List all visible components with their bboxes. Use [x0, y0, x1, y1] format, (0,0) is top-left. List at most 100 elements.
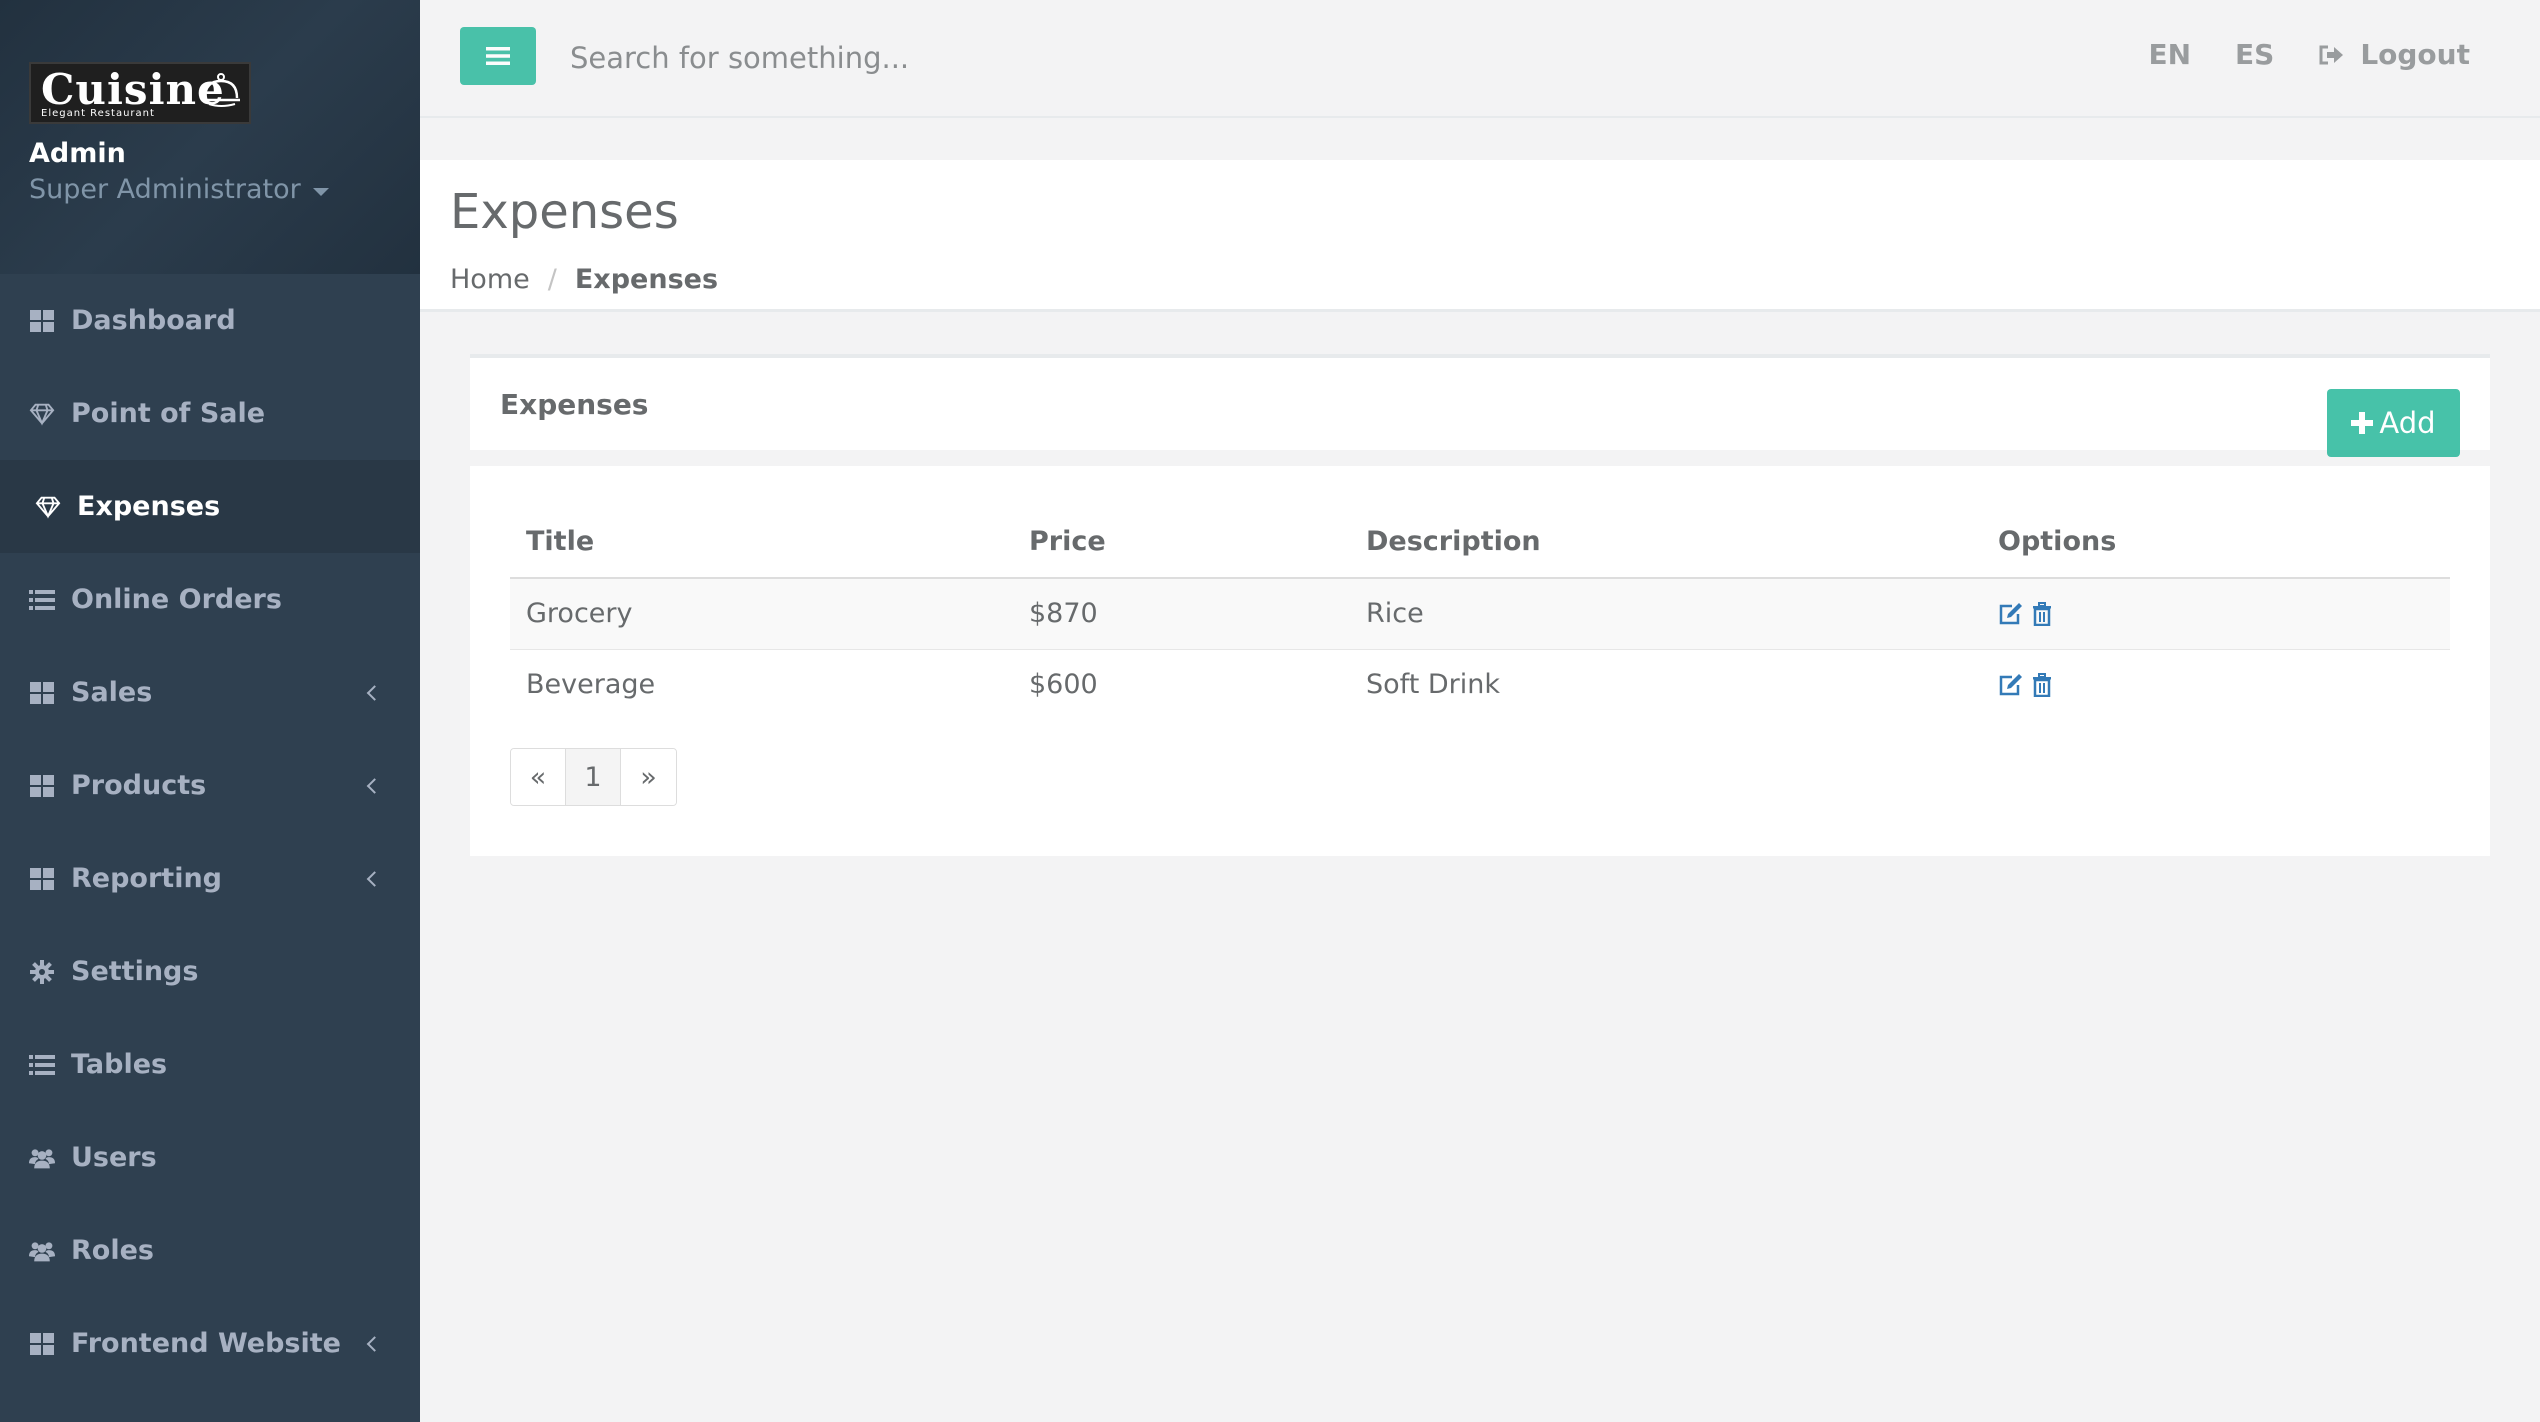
- cell-options: [1982, 649, 2450, 720]
- sidebar-item-label: Products: [71, 770, 207, 801]
- row-actions: [1998, 672, 2450, 697]
- caret-down-icon: [312, 188, 329, 196]
- th-large-icon: [29, 308, 55, 334]
- cell-description: Rice: [1350, 578, 1982, 650]
- edit-icon[interactable]: [1998, 602, 2024, 626]
- logout-link[interactable]: Logout: [2318, 38, 2470, 71]
- list-icon: [29, 587, 55, 613]
- panel-content: Title Price Description Options Grocery …: [470, 466, 2490, 856]
- table-row: Grocery $870 Rice: [510, 578, 2450, 650]
- th-large-icon: [29, 866, 55, 892]
- diamond-icon: [29, 401, 55, 427]
- sidebar-item-label: Frontend Website: [71, 1328, 341, 1359]
- sidebar-item-label: Reporting: [71, 863, 223, 894]
- sidebar-item-reporting[interactable]: Reporting: [0, 832, 420, 925]
- top-links: EN ES Logout: [2148, 38, 2470, 71]
- menu-toggle-button[interactable]: [460, 27, 536, 85]
- sidebar-item-label: Sales: [71, 677, 153, 708]
- pagination: « 1 »: [510, 748, 677, 806]
- cell-title: Grocery: [510, 578, 1013, 650]
- panel-title: Expenses: [500, 388, 649, 421]
- expenses-panel: Expenses Add Title Price Description Opt…: [470, 354, 2490, 856]
- brand-logo[interactable]: Cuisine Elegant Restaurant: [29, 62, 251, 124]
- add-button-label: Add: [2379, 406, 2436, 440]
- sidebar-item-label: Roles: [71, 1235, 154, 1266]
- row-actions: [1998, 601, 2450, 626]
- sidebar-item-label: Settings: [71, 956, 199, 987]
- sidebar-item-label: Tables: [71, 1049, 168, 1080]
- table-row: Beverage $600 Soft Drink: [510, 649, 2450, 720]
- profile-role-label: Super Administrator: [29, 174, 301, 205]
- pagination-prev[interactable]: «: [511, 749, 566, 805]
- sidebar: Cuisine Elegant Restaurant Admin Super A…: [0, 0, 420, 1422]
- chevron-left-icon: [366, 777, 383, 794]
- sidebar-item-products[interactable]: Products: [0, 739, 420, 832]
- trash-icon[interactable]: [2032, 672, 2052, 697]
- chevron-left-icon: [366, 684, 383, 701]
- breadcrumb-home-link[interactable]: Home: [450, 264, 530, 295]
- cloche-icon: [202, 73, 240, 107]
- expenses-table: Title Price Description Options Grocery …: [510, 506, 2450, 720]
- add-expense-button[interactable]: Add: [2327, 389, 2460, 457]
- sidebar-item-point-of-sale[interactable]: Point of Sale: [0, 367, 420, 460]
- logo-text: Cuisine: [41, 65, 225, 114]
- th-large-icon: [29, 1331, 55, 1357]
- column-header-options: Options: [1982, 506, 2450, 579]
- column-header-price[interactable]: Price: [1013, 506, 1350, 579]
- column-header-description[interactable]: Description: [1350, 506, 1982, 579]
- sidebar-item-online-orders[interactable]: Online Orders: [0, 553, 420, 646]
- pagination-next[interactable]: »: [621, 749, 676, 805]
- profile-name: Admin: [29, 138, 126, 169]
- cell-title: Beverage: [526, 669, 656, 701]
- sidebar-item-roles[interactable]: Roles: [0, 1204, 420, 1297]
- chevron-left-icon: [366, 1335, 383, 1352]
- page-title: Expenses: [450, 184, 679, 240]
- chevron-left-icon: [366, 870, 383, 887]
- logo-subtitle: Elegant Restaurant: [41, 108, 155, 119]
- table-header-row: Title Price Description Options: [510, 506, 2450, 579]
- th-large-icon: [29, 680, 55, 706]
- users-icon: [29, 1145, 55, 1171]
- profile-header: Cuisine Elegant Restaurant Admin Super A…: [0, 0, 420, 274]
- sign-out-icon: [2319, 45, 2344, 64]
- pagination-page-1[interactable]: 1: [566, 749, 621, 805]
- sidebar-item-settings[interactable]: Settings: [0, 925, 420, 1018]
- search-input[interactable]: [570, 30, 1470, 86]
- cell-description: Soft Drink: [1366, 669, 1500, 701]
- column-header-title[interactable]: Title: [510, 506, 1013, 579]
- sidebar-item-label: Expenses: [77, 491, 221, 522]
- breadcrumb: Home / Expenses: [450, 264, 718, 295]
- sidebar-item-users[interactable]: Users: [0, 1111, 420, 1204]
- sidebar-item-label: Dashboard: [71, 305, 236, 336]
- breadcrumb-current: Expenses: [574, 264, 719, 295]
- users-icon: [29, 1238, 55, 1264]
- list-icon: [29, 1052, 55, 1078]
- page-heading: Expenses Home / Expenses: [420, 160, 2540, 312]
- th-large-icon: [29, 773, 55, 799]
- language-es-link[interactable]: ES: [2235, 38, 2274, 71]
- diamond-icon: [35, 494, 61, 520]
- sidebar-item-label: Point of Sale: [71, 398, 266, 429]
- plus-icon: [2351, 412, 2374, 434]
- trash-icon[interactable]: [2032, 601, 2052, 626]
- cell-price: $600: [1029, 669, 1098, 701]
- edit-icon[interactable]: [1998, 673, 2024, 697]
- sidebar-item-frontend-website[interactable]: Frontend Website: [0, 1297, 420, 1390]
- sidebar-item-label: Online Orders: [71, 584, 282, 615]
- breadcrumb-separator: /: [547, 264, 557, 295]
- logout-label: Logout: [2360, 38, 2470, 71]
- sidebar-item-dashboard[interactable]: Dashboard: [0, 274, 420, 367]
- sidebar-item-tables[interactable]: Tables: [0, 1018, 420, 1111]
- panel-header: Expenses Add: [470, 354, 2490, 457]
- language-en-link[interactable]: EN: [2148, 38, 2191, 71]
- gear-icon: [29, 959, 55, 985]
- cell-price: $870: [1013, 578, 1350, 650]
- sidebar-item-sales[interactable]: Sales: [0, 646, 420, 739]
- sidebar-item-expenses[interactable]: Expenses: [0, 460, 420, 553]
- sidebar-item-label: Users: [71, 1142, 157, 1173]
- cell-options: [1982, 578, 2450, 650]
- bars-icon: [486, 47, 510, 65]
- sidebar-nav: Dashboard Point of Sale Expenses Online …: [0, 274, 420, 1390]
- profile-role-dropdown[interactable]: Super Administrator: [29, 172, 391, 208]
- topbar: EN ES Logout: [420, 0, 2540, 118]
